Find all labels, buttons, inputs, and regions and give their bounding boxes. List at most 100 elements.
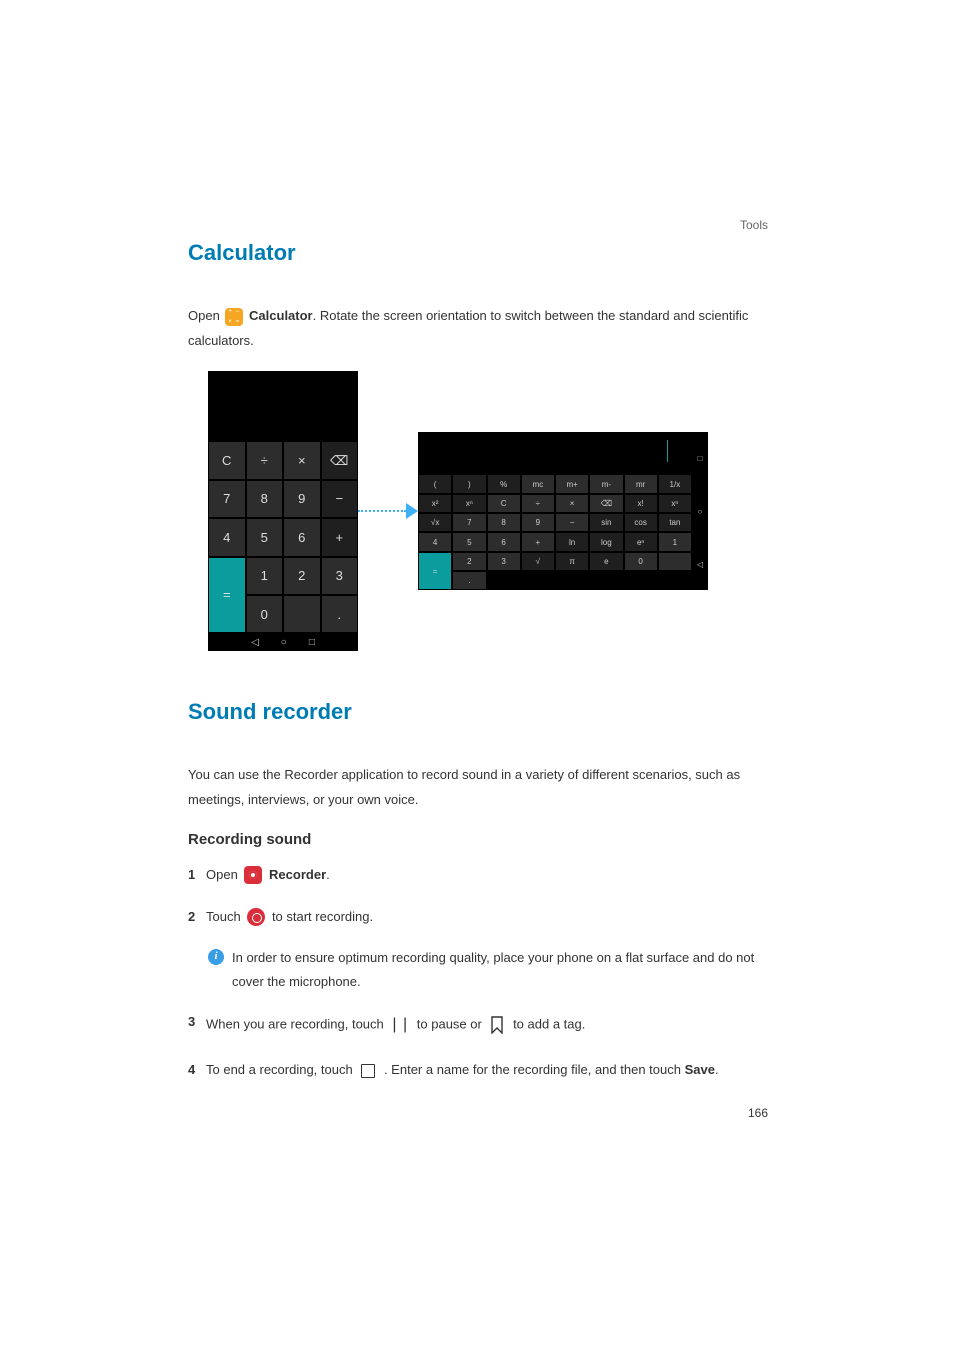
calc-key (283, 595, 321, 633)
intro-bold: Calculator (249, 308, 313, 323)
recording-steps-list-cont: When you are recording, touch | | to pau… (188, 1009, 768, 1083)
calc-key: 2 (283, 557, 321, 595)
recorder-heading: Sound recorder (188, 699, 768, 725)
calc-key: C (208, 441, 246, 479)
calc-landscape-display (418, 432, 692, 474)
calculator-app-icon (225, 308, 243, 326)
calc-key: m- (589, 474, 623, 493)
calc-key: 9 (521, 513, 555, 532)
calc-key: mc (521, 474, 555, 493)
nav-icon: ◁ (251, 637, 259, 648)
calc-key: 1/x (658, 474, 692, 493)
intro-text-pre: Open (188, 308, 223, 323)
calc-key: 7 (452, 513, 486, 532)
calc-key: 6 (283, 518, 321, 556)
step1-post: . (326, 867, 330, 882)
calc-key: xⁿ (658, 494, 692, 513)
calc-key: . (452, 571, 486, 590)
calc-key: √ (521, 552, 555, 571)
calc-key: x! (624, 494, 658, 513)
nav-icon: ○ (281, 637, 287, 648)
calc-key: ) (452, 474, 486, 493)
calc-key (658, 552, 692, 571)
calc-key: cos (624, 513, 658, 532)
nav-icon: ○ (698, 507, 703, 516)
calc-key: ln (555, 532, 589, 551)
calc-key: 4 (418, 532, 452, 551)
step2-post: to start recording. (272, 909, 373, 924)
calc-key: × (555, 494, 589, 513)
step-2: Touch to start recording. (188, 904, 768, 930)
calc-key: tan (658, 513, 692, 532)
calc-key: + (321, 518, 359, 556)
calc-key: m+ (555, 474, 589, 493)
rotation-arrow (358, 503, 418, 519)
calc-key: 1 (658, 532, 692, 551)
step2-pre: Touch (206, 909, 244, 924)
calc-key: = (208, 557, 246, 634)
calc-key: √x (418, 513, 452, 532)
calc-key: xⁿ (452, 494, 486, 513)
calc-key: 3 (321, 557, 359, 595)
calc-key: ⌫ (589, 494, 623, 513)
calc-key: mr (624, 474, 658, 493)
calc-key: = (418, 552, 452, 591)
step1-pre: Open (206, 867, 241, 882)
record-button-icon (247, 908, 265, 926)
calc-key: π (555, 552, 589, 571)
calc-key: 8 (246, 480, 284, 518)
nav-icon: □ (698, 454, 703, 463)
nav-icon: ◁ (697, 560, 703, 569)
calc-key: x² (418, 494, 452, 513)
step-4: To end a recording, touch . Enter a name… (188, 1057, 768, 1083)
calc-key: 8 (487, 513, 521, 532)
bookmark-tag-icon (490, 1016, 504, 1034)
calc-key: 2 (452, 552, 486, 571)
step3-pre: When you are recording, touch (206, 1017, 387, 1032)
calculator-screenshots: C÷×⌫789−456+123=0. ◁○□ ()%mcm+m-mr1/xx²x… (208, 371, 768, 651)
step-3: When you are recording, touch | | to pau… (188, 1009, 768, 1041)
calc-key: ÷ (521, 494, 555, 513)
recorder-intro: You can use the Recorder application to … (188, 763, 768, 812)
calc-key: eⁿ (624, 532, 658, 551)
step1-bold: Recorder (269, 867, 326, 882)
note-text: In order to ensure optimum recording qua… (232, 946, 768, 995)
info-icon: i (208, 949, 224, 965)
recording-sound-subhead: Recording sound (188, 831, 768, 848)
calculator-landscape-screenshot: ()%mcm+m-mr1/xx²xⁿC÷×⌫x!xⁿ√x789−sincosta… (418, 432, 708, 590)
calc-key: 0 (624, 552, 658, 571)
page-number: 166 (188, 1106, 768, 1120)
pause-icon: | | (392, 1009, 408, 1041)
calc-key: 9 (283, 480, 321, 518)
calculator-heading: Calculator (188, 240, 768, 266)
info-note: i In order to ensure optimum recording q… (208, 946, 768, 995)
calc-key: C (487, 494, 521, 513)
calc-key: 5 (452, 532, 486, 551)
nav-icon: □ (309, 637, 315, 648)
calc-key: − (555, 513, 589, 532)
calc-key: 7 (208, 480, 246, 518)
step4-pre: To end a recording, touch (206, 1062, 356, 1077)
recording-steps-list: Open Recorder. Touch to start recording. (188, 862, 768, 930)
recorder-app-icon (244, 866, 262, 884)
calc-key: ( (418, 474, 452, 493)
step3-mid: to pause or (417, 1017, 486, 1032)
step-1: Open Recorder. (188, 862, 768, 888)
calc-key: ÷ (246, 441, 284, 479)
calc-key: sin (589, 513, 623, 532)
calc-key: + (521, 532, 555, 551)
calc-key: 6 (487, 532, 521, 551)
step3-post: to add a tag. (513, 1017, 585, 1032)
calc-key: e (589, 552, 623, 571)
calc-portrait-display (208, 371, 358, 441)
calc-key: % (487, 474, 521, 493)
calc-key: log (589, 532, 623, 551)
running-header: Tools (188, 218, 768, 232)
calculator-intro: Open Calculator. Rotate the screen orien… (188, 304, 768, 353)
stop-icon (361, 1064, 375, 1078)
calc-key: − (321, 480, 359, 518)
step4-bold: Save (685, 1062, 715, 1077)
step4-mid: . Enter a name for the recording file, a… (384, 1062, 685, 1077)
step4-post: . (715, 1062, 719, 1077)
calc-key: ⌫ (321, 441, 359, 479)
